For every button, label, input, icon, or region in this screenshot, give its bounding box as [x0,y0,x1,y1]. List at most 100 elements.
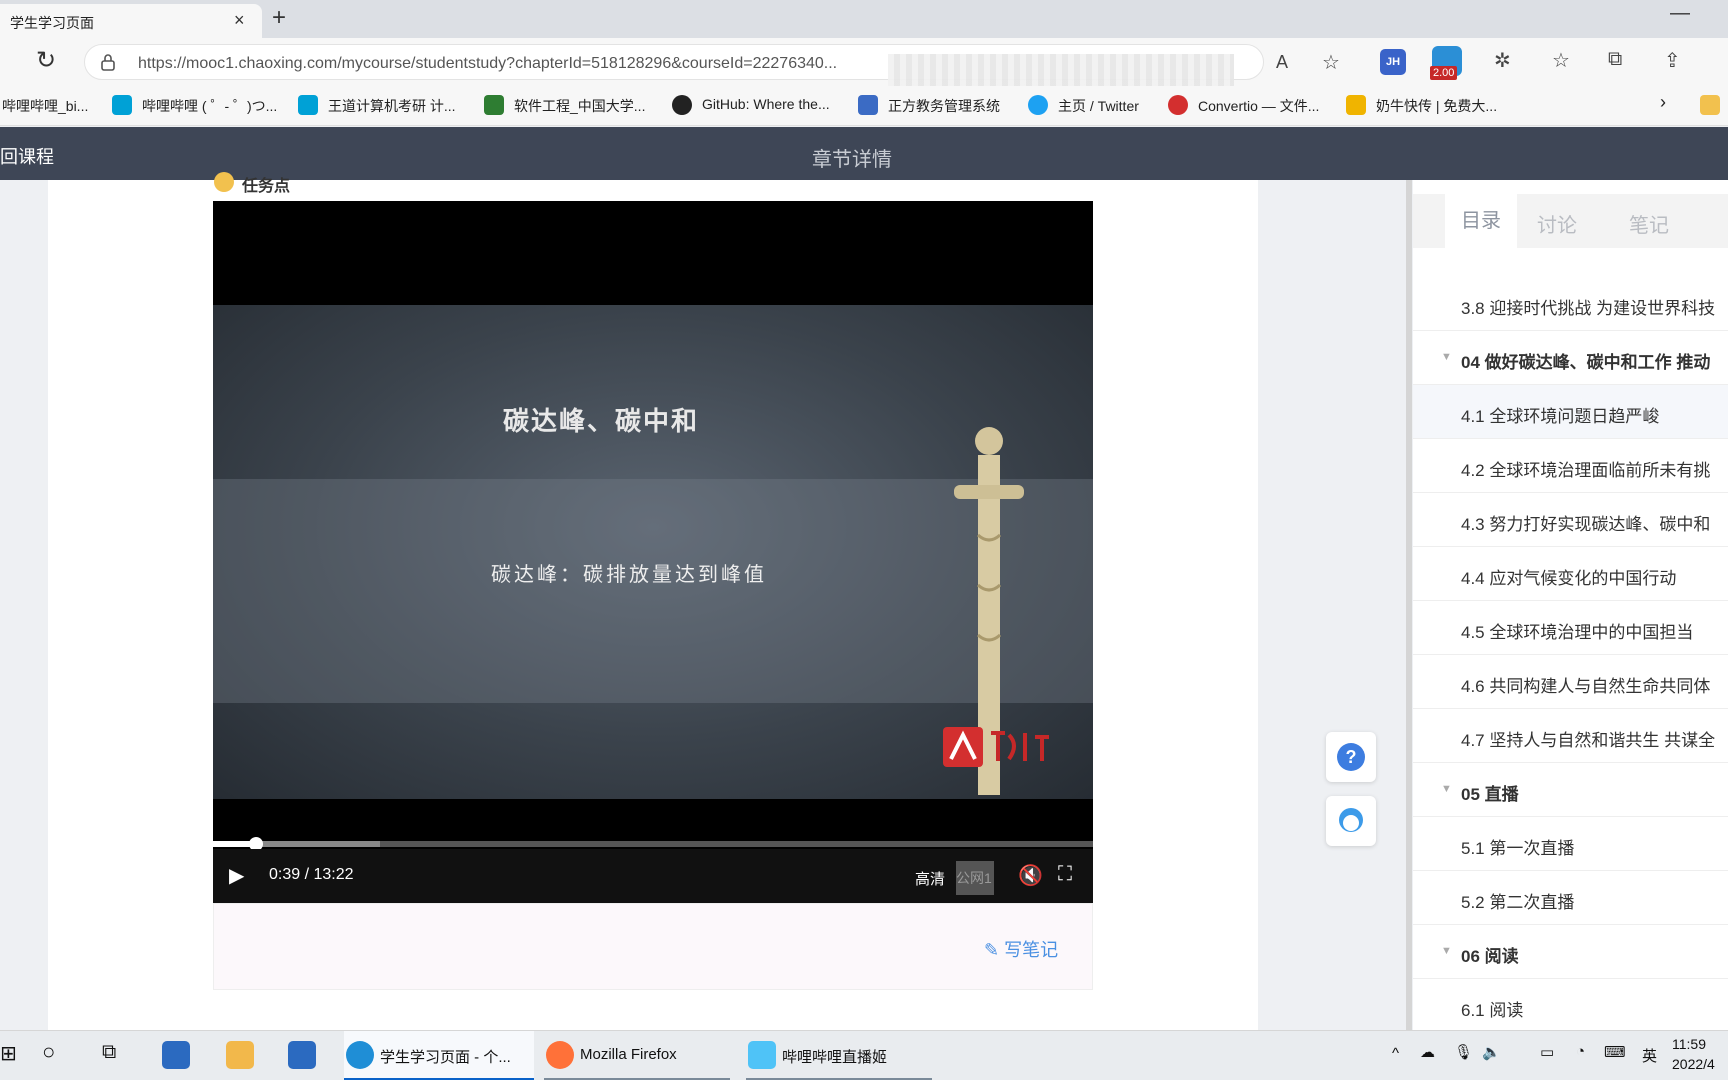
read-aloud-icon[interactable]: A [1276,52,1288,73]
line-select-button[interactable]: 公网1 [956,861,994,895]
cortana-icon[interactable]: ○ [42,1039,55,1065]
toc-label: 4.7 坚持人与自然和谐共生 共谋全 [1461,731,1716,750]
browser-toolbar: ↻ https://mooc1.chaoxing.com/mycourse/st… [0,38,1728,110]
toc-item[interactable]: 5.1 第一次直播 [1413,817,1728,871]
toc-label: 5.2 第二次直播 [1461,893,1575,912]
back-to-course-link[interactable]: 回课程 [0,143,54,169]
toc-item[interactable]: 3.8 迎接时代挑战 为建设世界科技 [1413,277,1728,331]
toc-label: 6.1 阅读 [1461,1001,1524,1020]
svg-text:?: ? [1346,747,1357,767]
toc-chapter[interactable]: ▼ 06 阅读 [1413,925,1728,979]
toc-item[interactable]: 4.4 应对气候变化的中国行动 [1413,547,1728,601]
keyboard-icon[interactable]: ⌨ [1604,1043,1626,1061]
toc-item[interactable]: 6.1 阅读 [1413,979,1728,1033]
bilibili-icon [112,95,132,115]
ime-indicator[interactable]: 英 [1642,1045,1657,1066]
tab-catalog[interactable]: 目录 [1445,194,1517,248]
start-icon[interactable]: ⊞ [0,1041,17,1066]
twitter-icon [1028,95,1048,115]
taskbar: ⊞ ○ ⧉ 学生学习页面 - 个... Mozilla Firefox 哔哩哔哩… [0,1030,1728,1080]
store-icon[interactable] [162,1041,190,1069]
extension-jh-icon[interactable]: JH [1380,49,1406,75]
bookmark-item[interactable]: 哔哩哔哩 ( ゜- ゜)つ... [142,96,277,116]
toc-chapter[interactable]: ▼ 04 做好碳达峰、碳中和工作 推动 [1413,331,1728,385]
toc-item[interactable]: 5.2 第二次直播 [1413,871,1728,925]
new-tab-icon[interactable]: + [272,4,286,32]
browser-tab[interactable]: 学生学习页面 × [0,4,262,38]
quality-button[interactable]: 高清 [915,868,945,889]
bookmark-item[interactable]: 哔哩哔哩_bi... [2,96,88,116]
video-player[interactable]: 碳达峰、碳中和 碳达峰：碳排放量达到峰值 ▶ 0:39 / 13:22 高清 公… [213,201,1093,903]
taskbar-app-bilibili-live[interactable]: 哔哩哔哩直播姬 [746,1031,932,1080]
minimize-icon[interactable]: — [1670,2,1690,25]
video-controls: ▶ 0:39 / 13:22 高清 公网1 🔇 ⛶ [213,849,1093,903]
play-button[interactable]: ▶ [229,863,244,888]
bilibili-icon [298,95,318,115]
favorites-icon[interactable]: ☆ [1552,48,1570,73]
taskbar-app-firefox[interactable]: Mozilla Firefox [544,1031,730,1080]
bookmark-item[interactable]: 主页 / Twitter [1058,96,1139,116]
volume-icon[interactable]: 🔈 [1482,1043,1501,1061]
github-icon [672,95,692,115]
icourse-icon [484,95,504,115]
toc-label: 4.6 共同构建人与自然生命共同体 [1461,677,1711,696]
bookmark-item[interactable]: 正方教务管理系统 [888,96,1000,116]
clock[interactable]: 11:59 2022/4 [1672,1034,1715,1074]
toc-item[interactable]: 4.6 共同构建人与自然生命共同体 [1413,655,1728,709]
toc-item[interactable]: 4.2 全球环境治理面临前所未有挑 [1413,439,1728,493]
page-title: 章节详情 [812,149,892,171]
mail-icon[interactable] [288,1041,316,1069]
toc-label: 4.2 全球环境治理面临前所未有挑 [1461,461,1711,480]
side-tabs: 目录 讨论 笔记 [1413,194,1728,248]
extensions-icon[interactable]: ✲ [1494,48,1511,73]
taskbar-app-edge[interactable]: 学生学习页面 - 个... [344,1031,534,1080]
toc-label: 4.4 应对气候变化的中国行动 [1461,569,1677,588]
toc-item[interactable]: 4.1 全球环境问题日趋严峻 [1413,385,1728,439]
slide-title: 碳达峰、碳中和 [503,406,700,436]
wifi-icon[interactable]: ◔ [1576,1043,1585,1060]
chaoxing-logo [943,727,1049,767]
lock-icon[interactable] [100,53,116,71]
pencil-icon: ✎ [984,940,1005,960]
help-button[interactable]: ? [1326,732,1376,782]
microphone-icon[interactable]: 🎙 [1454,1043,1473,1061]
collections-icon[interactable]: ⧉ [1608,48,1622,71]
question-icon: ? [1337,743,1365,771]
firefox-icon [546,1041,574,1069]
slide-subtitle: 碳达峰：碳排放量达到峰值 [491,564,767,586]
bookmark-item[interactable]: Convertio — 文件... [1198,96,1319,116]
tab-notes[interactable]: 笔记 [1629,209,1669,238]
panel-splitter[interactable] [1406,180,1412,1030]
chevron-down-icon[interactable]: ▼ [1441,945,1452,957]
tab-discussion[interactable]: 讨论 [1537,209,1577,238]
bookmark-item[interactable]: GitHub: Where the... [702,96,830,112]
chevron-up-icon[interactable]: ^ [1392,1045,1399,1062]
taskbar-app-label: 哔哩哔哩直播姬 [782,1049,888,1066]
fullscreen-icon[interactable]: ⛶ [1058,863,1072,886]
add-favorite-icon[interactable]: ☆ [1322,50,1340,75]
bookmark-item[interactable]: 软件工程_中国大学... [514,96,645,116]
toc-item[interactable]: 4.5 全球环境治理中的中国担当 [1413,601,1728,655]
chevron-right-icon[interactable]: › [1660,92,1666,113]
folder-icon[interactable] [1700,95,1720,115]
customer-service-button[interactable] [1326,796,1376,846]
cloud-icon[interactable]: ☁ [1420,1043,1435,1061]
write-note-button[interactable]: ✎ 写笔记 [984,936,1058,962]
task-view-icon[interactable]: ⧉ [102,1041,116,1064]
share-icon[interactable]: ⇪ [1664,48,1681,73]
tab-close-icon[interactable]: × [234,10,245,31]
file-explorer-icon[interactable] [226,1041,254,1069]
chevron-down-icon[interactable]: ▼ [1441,351,1452,363]
battery-icon[interactable]: ▭ [1540,1043,1554,1061]
toc-item[interactable]: 4.7 坚持人与自然和谐共生 共谋全 [1413,709,1728,763]
toc-chapter[interactable]: ▼ 05 直播 [1413,763,1728,817]
reload-icon[interactable]: ↻ [36,46,56,75]
toc-item[interactable]: 4.3 努力打好实现碳达峰、碳中和 [1413,493,1728,547]
chevron-down-icon[interactable]: ▼ [1441,783,1452,795]
toc-label: 5.1 第一次直播 [1461,839,1575,858]
bookmark-item[interactable]: 王道计算机考研 计... [328,96,456,116]
bookmark-item[interactable]: 奶牛快传 | 免费大... [1376,96,1497,116]
taskbar-app-label: 学生学习页面 - 个... [380,1049,511,1066]
write-note-label: 写笔记 [1004,940,1059,960]
mute-icon[interactable]: 🔇 [1018,863,1043,888]
